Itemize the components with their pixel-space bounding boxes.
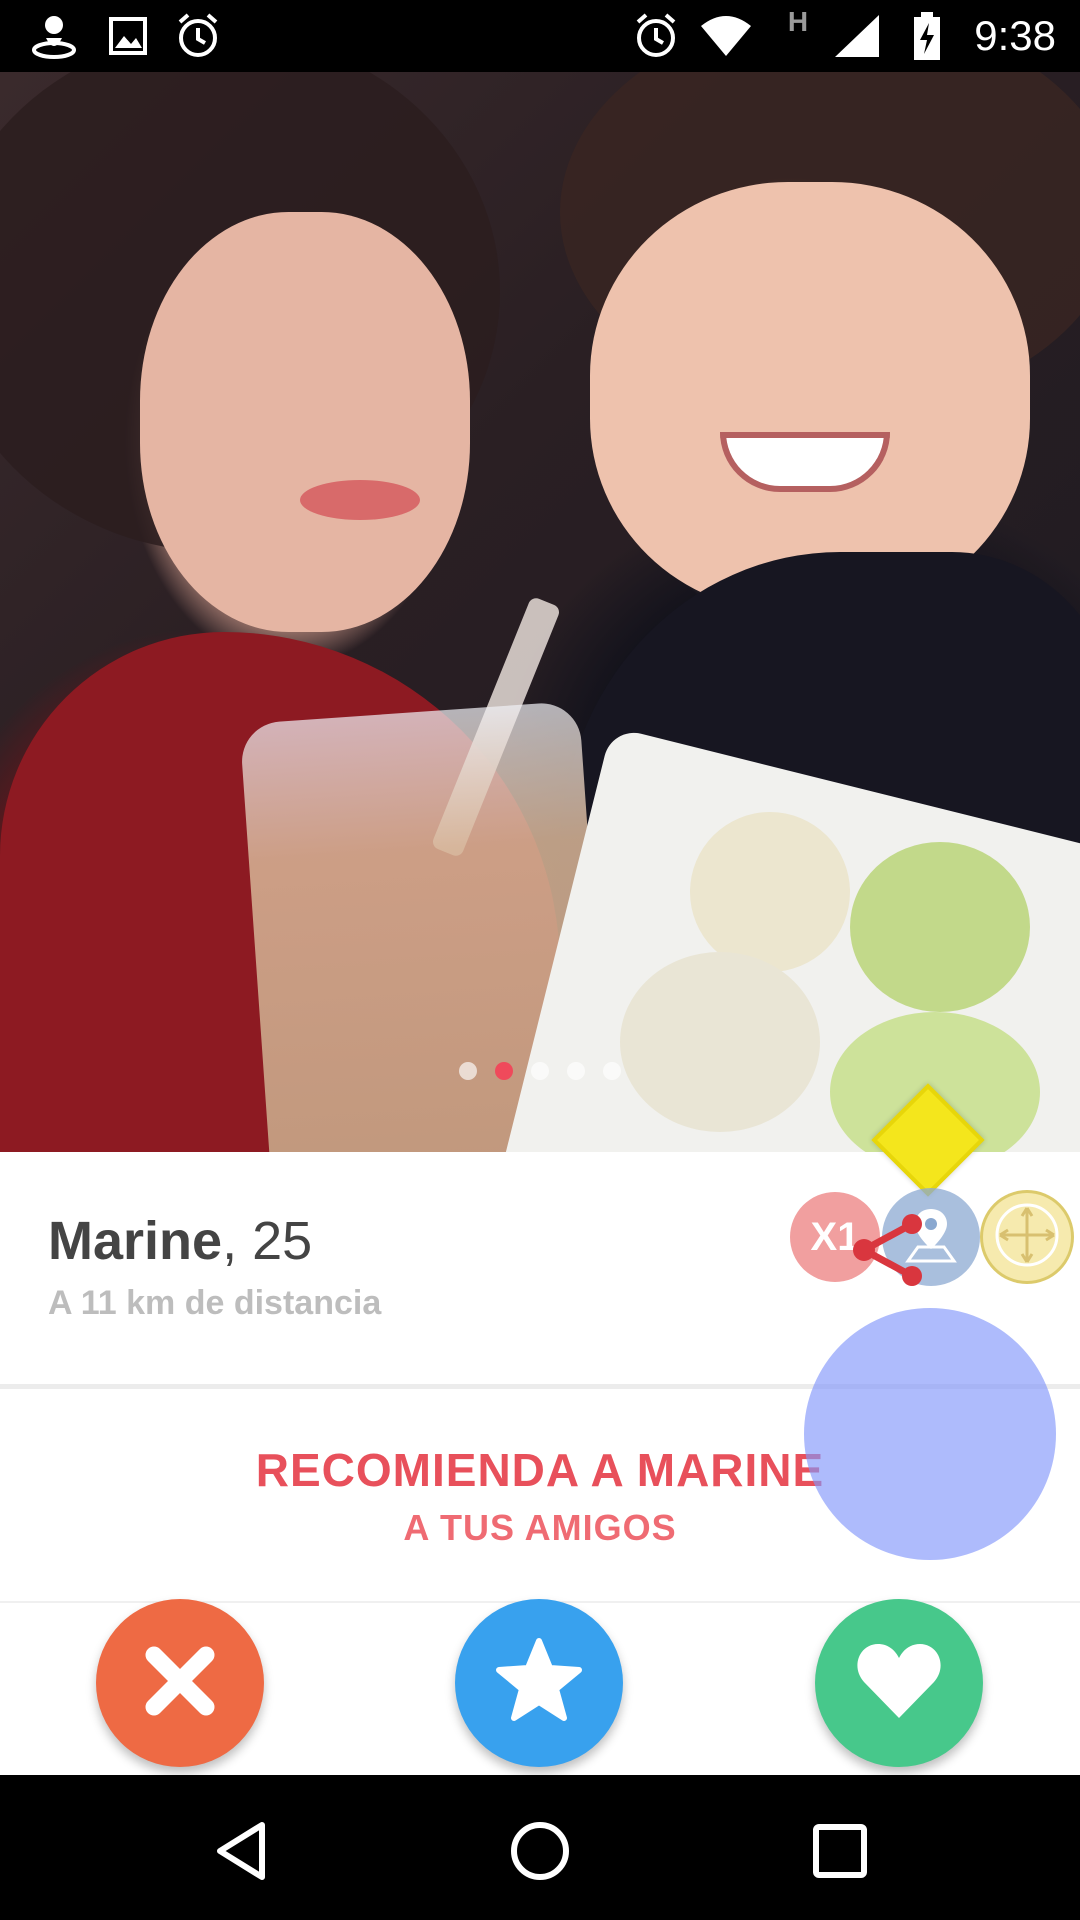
wifi-icon — [698, 12, 754, 60]
super-like-button[interactable] — [455, 1599, 623, 1767]
move-crosshair-button[interactable] — [980, 1190, 1074, 1284]
navigation-bar — [0, 1775, 1080, 1920]
location-pin-icon — [26, 12, 82, 60]
star-icon — [493, 1635, 585, 1732]
recents-icon[interactable] — [800, 1811, 880, 1891]
status-time: 9:38 — [974, 12, 1056, 59]
photo-bun — [620, 952, 820, 1132]
photo-face-right — [590, 182, 1030, 612]
pager-dot — [567, 1062, 585, 1080]
profile-name-age: Marine, 25 — [48, 1210, 312, 1272]
close-icon — [142, 1643, 218, 1724]
share-icon[interactable] — [850, 1212, 930, 1288]
alarm-icon — [630, 12, 682, 60]
action-bar — [0, 1599, 1080, 1775]
floating-touch-circle[interactable] — [804, 1308, 1056, 1560]
photo-pager — [0, 1062, 1080, 1080]
nope-button[interactable] — [96, 1599, 264, 1767]
back-icon[interactable] — [202, 1811, 282, 1891]
photo-bun — [850, 842, 1030, 1012]
like-button[interactable] — [815, 1599, 983, 1767]
profile-photo[interactable] — [0, 72, 1080, 1152]
status-bar: H 9:38 — [0, 0, 1080, 72]
pager-dot — [531, 1062, 549, 1080]
name-separator: , — [222, 1211, 238, 1271]
h-network-icon: H — [778, 6, 818, 54]
image-icon — [104, 12, 152, 60]
signal-icon — [832, 12, 882, 60]
home-icon[interactable] — [500, 1811, 580, 1891]
network-type-label: H — [787, 6, 809, 37]
profile-age: 25 — [252, 1211, 313, 1271]
profile-name: Marine — [48, 1211, 223, 1271]
photo-bun — [690, 812, 850, 972]
pager-dot — [603, 1062, 621, 1080]
crosshair-icon — [992, 1200, 1062, 1275]
pager-dot-active — [495, 1062, 513, 1080]
pager-dot — [459, 1062, 477, 1080]
profile-distance: A 11 km de distancia — [48, 1284, 382, 1322]
photo-lips — [300, 480, 420, 520]
heart-icon — [856, 1642, 942, 1725]
alarm-icon — [172, 12, 224, 60]
battery-charging-icon — [910, 12, 944, 60]
photo-face-left — [140, 212, 470, 632]
